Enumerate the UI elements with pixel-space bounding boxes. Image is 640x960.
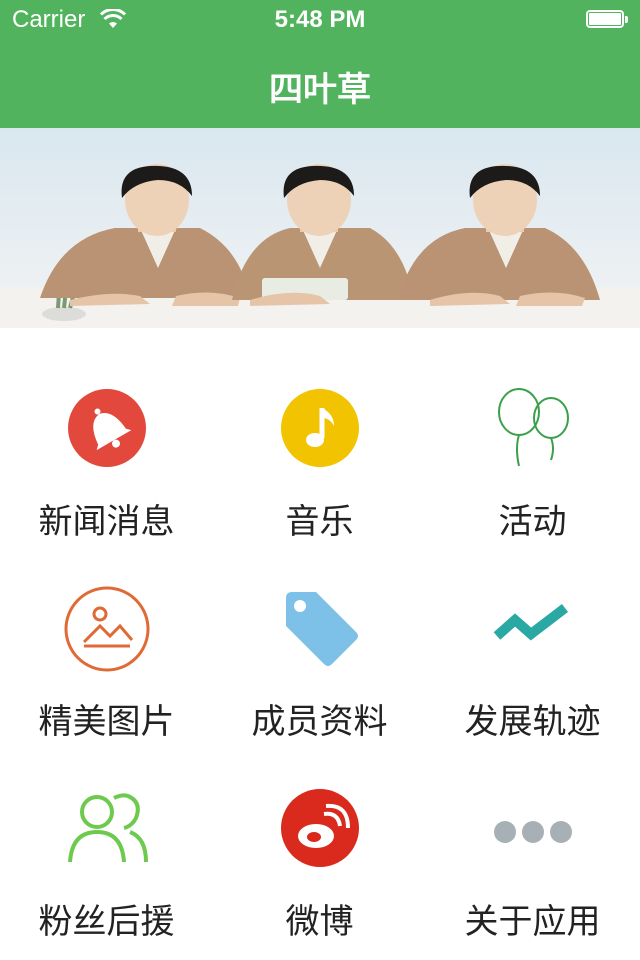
more-dots-icon bbox=[493, 821, 572, 843]
menu-item-news[interactable]: 新闻消息 bbox=[0, 328, 213, 542]
clock: 5:48 PM bbox=[274, 6, 366, 33]
banner-illustration bbox=[0, 164, 640, 328]
menu-item-about[interactable]: 关于应用 bbox=[426, 728, 639, 942]
music-note-icon bbox=[280, 389, 359, 467]
menu-item-label: 粉丝后援 bbox=[38, 902, 175, 942]
tag-icon bbox=[285, 592, 358, 666]
menu-item-activity[interactable]: 活动 bbox=[426, 328, 639, 542]
people-icon bbox=[67, 793, 148, 863]
page-title: 四叶草 bbox=[269, 70, 371, 110]
status-bar: Carrier 5:48 PM bbox=[0, 0, 640, 40]
balloons-icon bbox=[497, 388, 569, 467]
banner-photo[interactable] bbox=[0, 128, 640, 328]
menu-item-timeline[interactable]: 发展轨迹 bbox=[426, 528, 639, 742]
menu-item-music[interactable]: 音乐 bbox=[213, 328, 426, 542]
menu-item-members[interactable]: 成员资料 bbox=[213, 528, 426, 742]
picture-icon bbox=[64, 586, 149, 672]
bell-icon bbox=[67, 389, 146, 467]
weibo-icon bbox=[280, 789, 359, 867]
battery-icon bbox=[586, 10, 630, 30]
menu-item-fans[interactable]: 粉丝后援 bbox=[0, 728, 213, 942]
menu-item-weibo[interactable]: 微博 bbox=[213, 728, 426, 942]
menu-item-label: 微博 bbox=[285, 902, 354, 942]
menu-grid: 新闻消息 音乐 活动 精美图片 成员资料 发展轨迹 粉丝后援 微博 关于应用 bbox=[0, 328, 640, 960]
navigation-bar: Carrier 5:48 PM 四叶草 bbox=[0, 0, 640, 128]
menu-item-pictures[interactable]: 精美图片 bbox=[0, 528, 213, 742]
trend-line-icon bbox=[493, 604, 568, 641]
menu-item-label: 关于应用 bbox=[464, 902, 601, 942]
